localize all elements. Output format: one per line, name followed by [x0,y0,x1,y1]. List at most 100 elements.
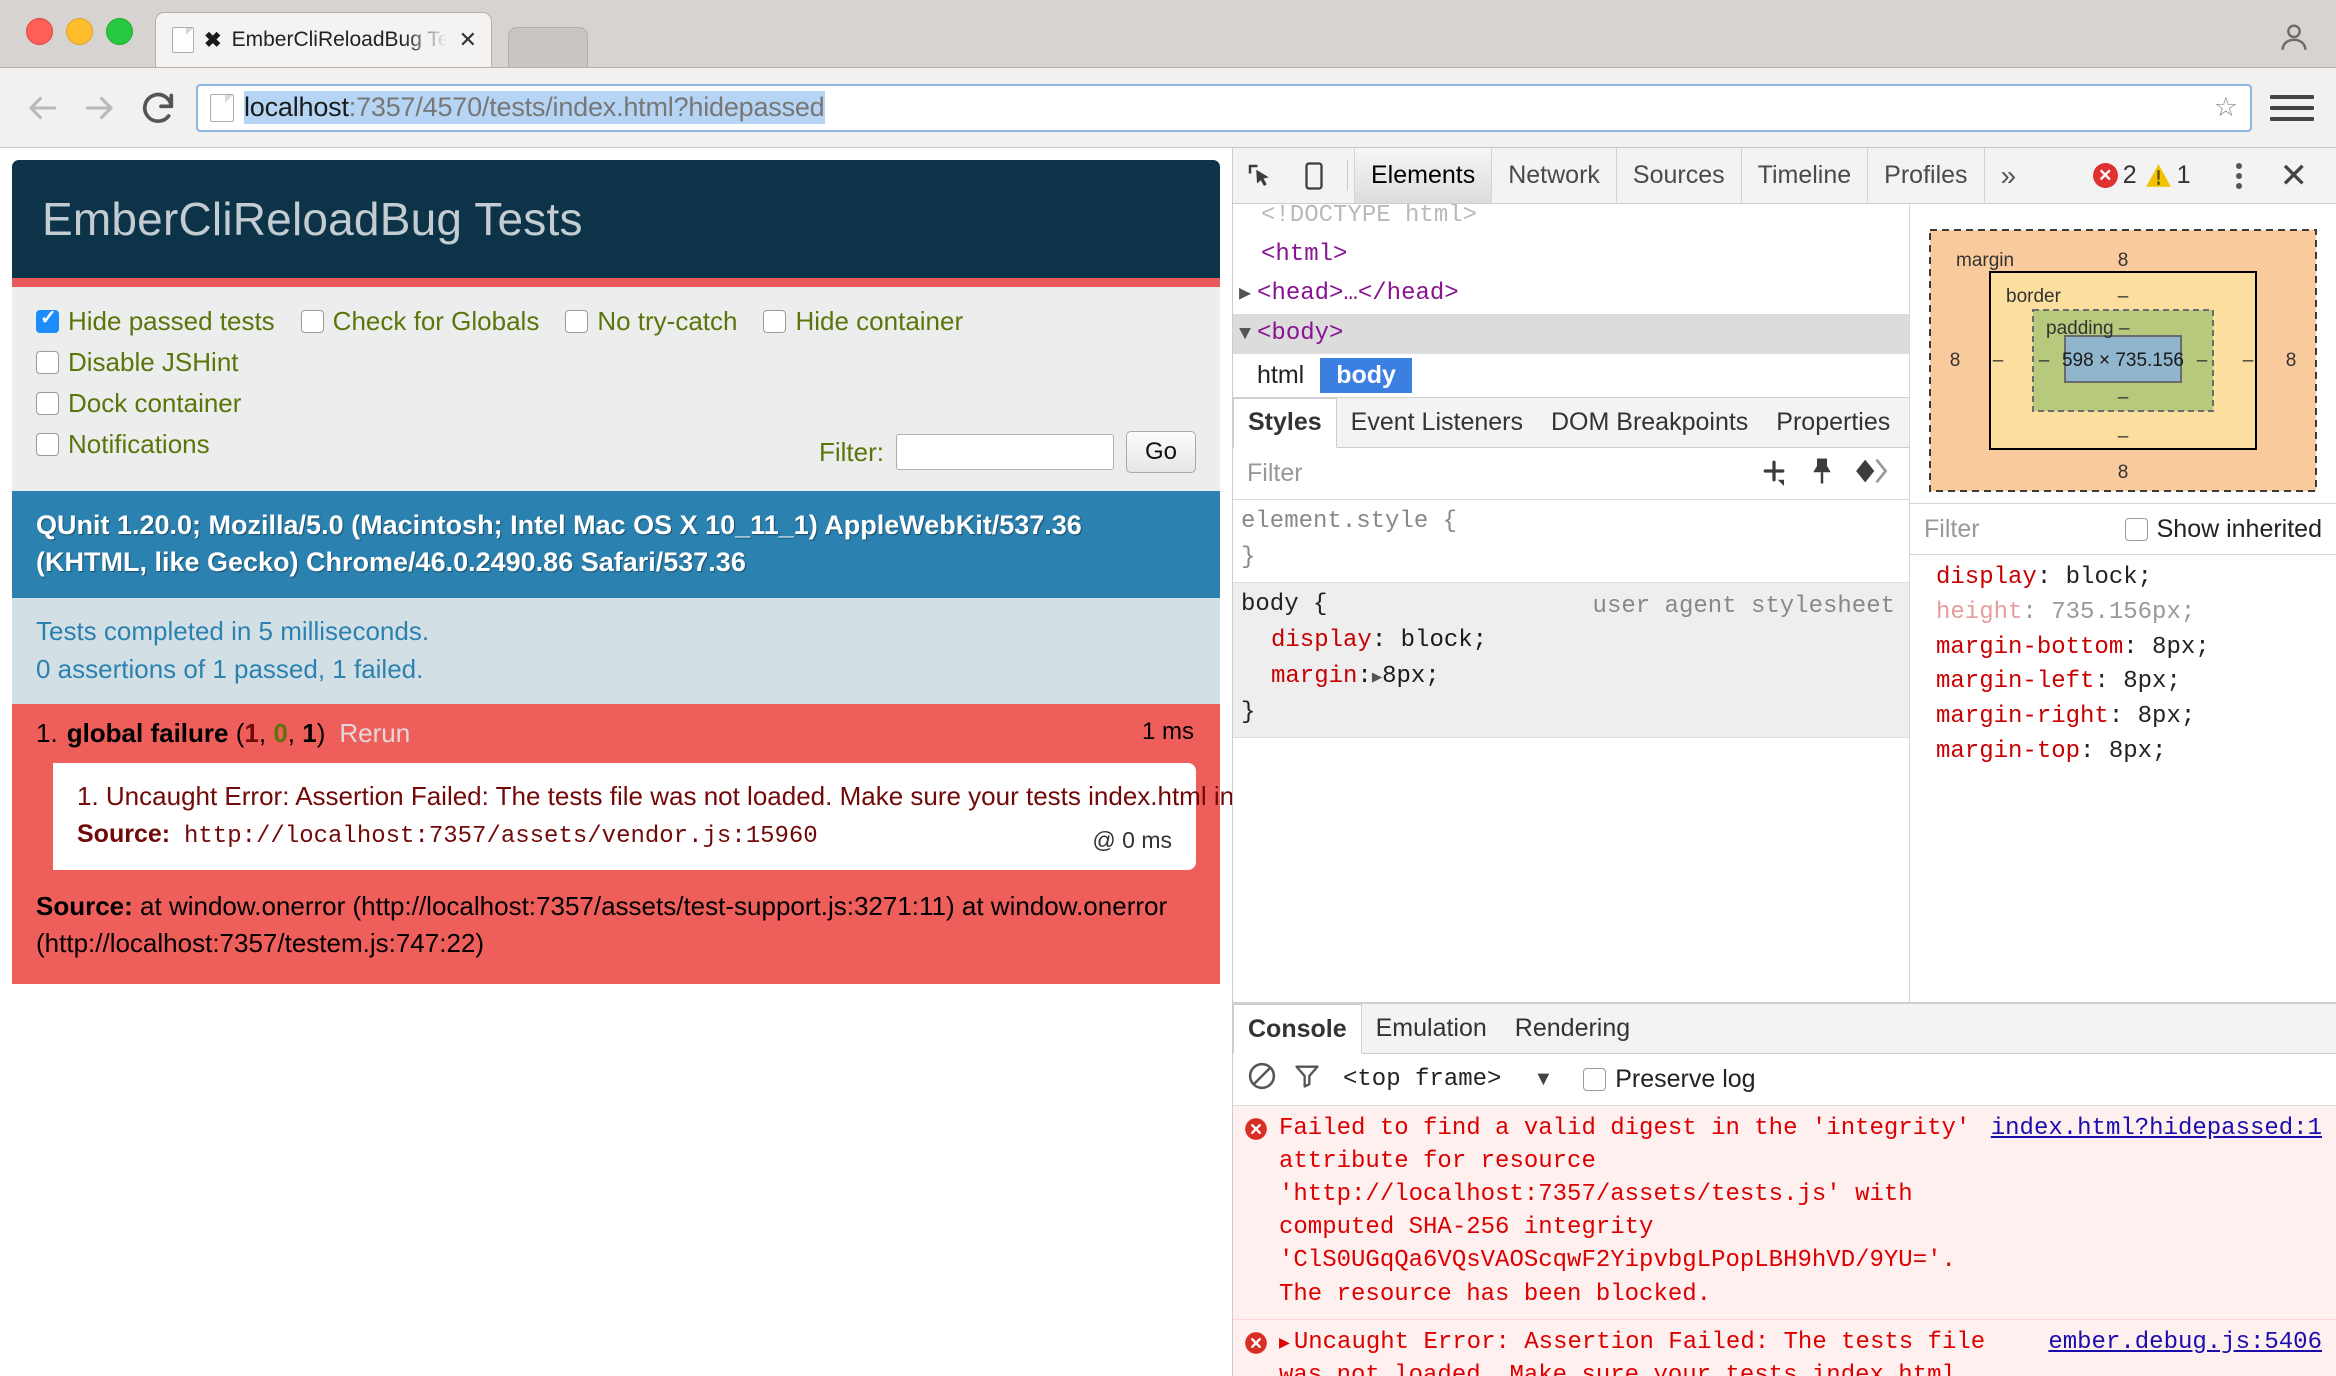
breadcrumb-body[interactable]: body [1320,357,1412,393]
bookmark-star-icon[interactable]: ☆ [2214,92,2238,123]
computed-property[interactable]: margin-left: 8px; [1936,665,2336,700]
plus-icon [1763,460,1785,486]
style-rule-body[interactable]: body { user agent stylesheet display: bl… [1233,581,1909,738]
console-message-text: Uncaught Error: Assertion Failed: The te… [1279,1328,1986,1376]
filter-console-button[interactable] [1293,1062,1321,1097]
dom-node-html[interactable]: <html> [1233,235,1909,274]
disclosure-triangle-icon[interactable]: ▶ [1279,1334,1290,1354]
computed-property[interactable]: margin-bottom: 8px; [1936,631,2336,666]
failure-source: Source: at window.onerror (http://localh… [36,888,1196,962]
console-message[interactable]: Failed to find a valid digest in the 'in… [1233,1106,2336,1320]
console-message-text: Failed to find a valid digest in the 'in… [1279,1115,1971,1308]
declaration-value: 8px; [1382,662,1440,690]
chevron-down-icon[interactable]: ▼ [1533,1068,1553,1091]
checkbox-hide-container[interactable] [763,310,787,333]
checkbox-disable-jshint[interactable] [36,351,59,374]
tab-sources[interactable]: Sources [1617,148,1742,203]
margin-left-value: 8 [1950,350,1961,371]
box-model-diagram[interactable]: margin 8 8 8 8 border – – – – padding – … [1928,228,2318,493]
window-controls[interactable] [0,18,133,67]
show-inherited-toggle[interactable]: Show inherited [2124,515,2322,544]
expand-shorthand-icon[interactable]: ▶ [1372,669,1382,688]
close-tab-icon[interactable]: ✕ [459,27,477,53]
qunit-option-notifications[interactable]: Notifications [36,424,210,465]
qunit-option-check-globals[interactable]: Check for Globals [300,301,539,342]
styles-tab-properties[interactable]: Properties [1762,398,1904,447]
declaration-display[interactable]: display: block; [1241,623,1909,659]
computed-property[interactable]: margin-top: 8px; [1936,735,2336,770]
declaration-margin[interactable]: margin:▶8px; [1241,659,1909,695]
drawer-tab-rendering[interactable]: Rendering [1501,1004,1644,1053]
qunit-option-hide-passed[interactable]: Hide passed tests [36,301,275,342]
maximize-window-button[interactable] [106,18,133,45]
style-rule-element-style[interactable]: element.style { } [1233,500,1909,582]
checkbox-no-try-catch[interactable] [565,310,589,333]
toggle-device-mode-button[interactable] [1287,148,1341,203]
minimize-window-button[interactable] [66,18,93,45]
test-index: 1. [36,718,58,749]
go-button[interactable]: Go [1125,431,1196,473]
computed-property[interactable]: margin-right: 8px; [1936,700,2336,735]
back-button[interactable] [22,88,62,128]
address-bar[interactable]: localhost:7357/4570/tests/index.html?hid… [196,83,2252,132]
checkbox-dock-container[interactable] [36,392,59,415]
checkbox-hide-passed[interactable] [36,307,59,333]
new-style-rule-button[interactable] [1759,456,1789,491]
dom-node-doctype[interactable]: <!DOCTYPE html> [1233,204,1909,235]
twisty-collapsed-icon[interactable]: ▶ [1239,283,1251,306]
styles-tab-styles[interactable]: Styles [1233,397,1337,448]
qunit-options-row-1: Hide passed tests Check for Globals No t… [36,301,1196,383]
twisty-expanded-icon[interactable]: ▼ [1239,323,1251,346]
rerun-link[interactable]: Rerun [339,718,410,749]
console-message[interactable]: ▶ Uncaught Error: Assertion Failed: The t… [1233,1319,2336,1376]
computed-property[interactable]: display: block; [1936,561,2336,596]
warning-count-badge[interactable]: 1 [2145,161,2191,190]
element-state-button[interactable] [1855,458,1889,489]
profile-button[interactable] [2272,15,2316,59]
computed-filter-input[interactable]: Filter [1924,515,1980,544]
new-tab-button[interactable] [508,27,589,67]
drawer-tab-emulation[interactable]: Emulation [1362,1004,1501,1053]
devtools-menu-button[interactable] [2220,162,2258,189]
browser-tab[interactable]: ✖ EmberCliReloadBug Tests ✕ [155,12,493,67]
dom-node-head[interactable]: ▶ <head>…</head> [1233,274,1909,313]
declaration-colon: : [1371,626,1401,654]
clear-console-button[interactable] [1247,1061,1277,1098]
tab-elements[interactable]: Elements [1354,148,1493,203]
pin-styles-button[interactable] [1809,456,1835,491]
dom-node-body[interactable]: ▼ <body> [1233,313,1909,353]
styles-tab-dom-breakpoints[interactable]: DOM Breakpoints [1537,398,1762,447]
inspect-element-button[interactable] [1233,148,1287,203]
frame-selector[interactable]: <top frame> [1343,1066,1501,1093]
filter-input[interactable] [895,434,1114,470]
close-devtools-button[interactable]: ✕ [2266,159,2323,193]
tab-profiles[interactable]: Profiles [1868,148,1985,203]
preserve-log-toggle[interactable]: Preserve log [1583,1065,1756,1094]
console-message-source[interactable]: ember.debug.js:5406 [2048,1326,2336,1376]
qunit-option-dock-container[interactable]: Dock container [36,383,241,424]
checkbox-check-globals[interactable] [300,310,324,333]
qunit-option-disable-jshint[interactable]: Disable JSHint [36,342,239,383]
test-result-row[interactable]: 1. global failure (1, 0, 1) Rerun 1 ms [12,704,1220,764]
content-size-value: 598 × 735.156 [2062,350,2184,371]
page-favicon [172,27,194,53]
styles-filter-input[interactable]: Filter [1247,459,1303,488]
qunit-option-hide-container[interactable]: Hide container [763,301,963,342]
tab-timeline[interactable]: Timeline [1742,148,1869,203]
more-tabs-button[interactable]: » [1985,148,2033,203]
reload-button[interactable] [138,88,178,128]
checkbox-notifications[interactable] [36,433,59,456]
breadcrumb-html[interactable]: html [1241,358,1320,393]
close-window-button[interactable] [26,18,53,45]
forward-button[interactable] [80,88,120,128]
qunit-option-no-try-catch[interactable]: No try-catch [565,301,737,342]
checkbox-preserve-log[interactable] [1583,1068,1607,1091]
computed-property[interactable]: height: 735.156px; [1936,596,2336,631]
console-message-source[interactable]: index.html?hidepassed:1 [1991,1112,2336,1311]
error-count-badge[interactable]: ✕ 2 [2092,161,2137,190]
drawer-tab-console[interactable]: Console [1233,1004,1362,1054]
styles-tab-event-listeners[interactable]: Event Listeners [1337,398,1537,447]
chrome-menu-button[interactable] [2270,94,2314,121]
tab-network[interactable]: Network [1492,148,1617,203]
checkbox-show-inherited[interactable] [2124,517,2148,541]
